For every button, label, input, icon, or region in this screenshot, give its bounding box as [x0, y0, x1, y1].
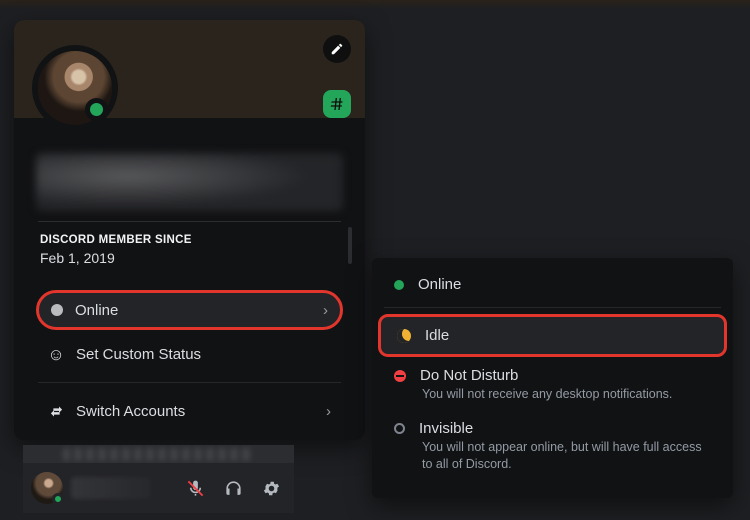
headphones-icon: [224, 479, 243, 498]
invisible-icon: [394, 423, 405, 434]
smiley-icon: ☺: [48, 346, 64, 362]
status-label: Do Not Disturb: [420, 367, 518, 384]
dnd-icon: [394, 370, 406, 382]
user-panel-name-redacted: [71, 477, 151, 499]
hashtag-badge[interactable]: [323, 90, 351, 118]
online-icon: [394, 280, 404, 290]
window-top-edge: [0, 0, 750, 10]
status-indicator-online: [85, 98, 108, 121]
user-panel-avatar[interactable]: [31, 472, 63, 504]
status-option-idle[interactable]: Idle: [378, 314, 727, 357]
chevron-right-icon: ›: [326, 403, 331, 420]
mute-mic-button[interactable]: [180, 473, 210, 503]
pencil-icon: [329, 41, 345, 57]
member-since-title: DISCORD MEMBER SINCE: [28, 234, 351, 246]
menu-item-set-custom-status[interactable]: ☺ Set Custom Status: [36, 334, 343, 374]
status-option-dnd[interactable]: Do Not Disturb You will not receive any …: [378, 359, 727, 410]
divider: [38, 221, 341, 222]
menu-item-label: Switch Accounts: [76, 403, 185, 420]
divider: [384, 307, 721, 308]
avatar[interactable]: [32, 45, 118, 131]
hashtag-icon: [329, 96, 345, 112]
status-menu: Online › ☺ Set Custom Status Switch Acco…: [28, 288, 351, 433]
edit-profile-button[interactable]: [323, 35, 351, 63]
channel-name-redacted: [23, 445, 294, 465]
status-description: You will not appear online, but will hav…: [422, 439, 711, 472]
divider: [38, 382, 341, 383]
user-panel: [23, 463, 294, 513]
deafen-button[interactable]: [218, 473, 248, 503]
username-redacted: [36, 153, 343, 211]
member-since-date: Feb 1, 2019: [28, 246, 351, 278]
mic-muted-icon: [186, 479, 205, 498]
profile-popout: DISCORD MEMBER SINCE Feb 1, 2019 Online …: [14, 20, 365, 440]
status-option-online[interactable]: Online: [378, 268, 727, 301]
menu-item-label: Set Custom Status: [76, 346, 201, 363]
scrollbar[interactable]: [348, 227, 352, 264]
menu-item-label: Online: [75, 302, 118, 319]
status-label: Invisible: [419, 420, 473, 437]
menu-item-switch-accounts[interactable]: Switch Accounts ›: [36, 391, 343, 431]
status-description: You will not receive any desktop notific…: [422, 386, 711, 402]
gear-icon: [262, 479, 281, 498]
chevron-right-icon: ›: [323, 302, 328, 319]
status-option-invisible[interactable]: Invisible You will not appear online, bu…: [378, 412, 727, 480]
switch-accounts-icon: [48, 403, 64, 419]
profile-body: DISCORD MEMBER SINCE Feb 1, 2019 Online …: [28, 147, 351, 426]
online-status-icon: [51, 304, 63, 316]
idle-moon-icon: [397, 329, 411, 343]
user-settings-button[interactable]: [256, 473, 286, 503]
status-submenu: Online Idle Do Not Disturb You will not …: [372, 258, 733, 498]
status-label: Idle: [425, 327, 449, 344]
menu-item-online[interactable]: Online ›: [36, 290, 343, 330]
status-label: Online: [418, 276, 461, 293]
status-indicator-online: [52, 493, 64, 505]
